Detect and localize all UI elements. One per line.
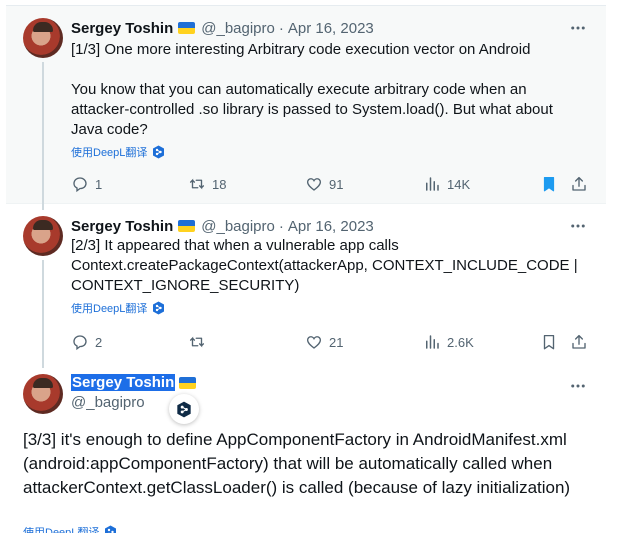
views-icon [426, 177, 439, 191]
avatar[interactable] [23, 216, 63, 256]
bookmark-button[interactable] [540, 332, 558, 352]
views-button[interactable]: 2.6K [423, 332, 474, 352]
like-button[interactable]: 21 [305, 332, 343, 352]
tweet-2[interactable]: Sergey Toshin @_bagipro · Apr 16, 2023 [… [6, 204, 606, 368]
reply-count: 1 [95, 176, 103, 192]
separator-dot: · [278, 217, 284, 235]
like-button[interactable]: 91 [305, 174, 343, 194]
retweet-icon [189, 336, 205, 348]
avatar[interactable] [23, 18, 63, 58]
views-count: 2.6K [447, 334, 474, 350]
retweet-icon [189, 178, 205, 190]
tweet-date[interactable]: Apr 16, 2023 [288, 20, 374, 37]
deepl-translate-label: 使用DeepL翻译 [23, 527, 100, 533]
like-count: 91 [329, 176, 344, 192]
tweet-actions: 1 18 91 14K [71, 174, 588, 194]
share-button[interactable] [570, 174, 588, 194]
deepl-icon [177, 401, 191, 417]
like-icon [306, 178, 322, 191]
like-icon [306, 336, 322, 349]
thread-connector [42, 260, 44, 368]
flag-ukraine-icon [179, 377, 197, 390]
reply-count: 2 [95, 334, 103, 350]
deepl-floating-button[interactable] [169, 394, 199, 424]
views-button[interactable]: 14K [423, 174, 470, 194]
reply-button[interactable]: 2 [71, 332, 102, 352]
flag-ukraine-icon [178, 22, 196, 34]
author-handle[interactable]: @_bagipro [71, 394, 145, 411]
thread-connector [42, 62, 44, 210]
flag-ukraine-icon [178, 220, 196, 232]
tweet-date[interactable]: Apr 16, 2023 [288, 218, 374, 235]
author-handle[interactable]: @_bagipro [201, 20, 275, 37]
reply-button[interactable]: 1 [71, 174, 102, 194]
reply-icon [73, 335, 87, 351]
reply-icon [73, 177, 87, 193]
deepl-translate-link[interactable]: 使用DeepL翻译 [23, 524, 117, 533]
deepl-icon [104, 525, 117, 533]
views-icon [426, 335, 439, 349]
more-icon[interactable] [568, 18, 588, 38]
tweet-header: Sergey Toshin [71, 374, 592, 391]
like-count: 21 [329, 334, 344, 350]
share-icon [572, 176, 586, 191]
bookmark-button[interactable] [540, 174, 558, 194]
bookmark-icon [543, 334, 555, 350]
tweet-header: Sergey Toshin @_bagipro · Apr 16, 2023 [71, 216, 592, 236]
share-icon [572, 334, 586, 349]
deepl-translate-label: 使用DeepL翻译 [71, 303, 148, 315]
tweet-text-paragraph-2: You know that you can automatically exec… [71, 81, 553, 138]
deepl-translate-label: 使用DeepL翻译 [71, 147, 148, 159]
tweet-text-paragraph-1: [1/3] One more interesting Arbitrary cod… [71, 41, 531, 58]
author-name[interactable]: Sergey Toshin [71, 374, 176, 391]
share-button[interactable] [570, 332, 588, 352]
author-name[interactable]: Sergey Toshin [71, 218, 173, 235]
author-name[interactable]: Sergey Toshin [71, 20, 173, 37]
tweet-1[interactable]: Sergey Toshin @_bagipro · Apr 16, 2023 [… [6, 6, 606, 210]
tweet-text: [2/3] It appeared that when a vulnerable… [71, 237, 578, 294]
deepl-translate-link[interactable]: 使用DeepL翻译 [71, 144, 165, 160]
tweet-text: [1/3] One more interesting Arbitrary cod… [71, 40, 584, 140]
retweet-button[interactable]: 18 [188, 174, 226, 194]
deepl-icon [152, 145, 165, 159]
deepl-translate-link[interactable]: 使用DeepL翻译 [71, 300, 165, 316]
more-icon[interactable] [568, 376, 588, 396]
separator-dot: · [278, 19, 284, 37]
views-count: 14K [447, 176, 471, 192]
avatar[interactable] [23, 374, 63, 414]
bookmark-icon [543, 177, 555, 192]
tweet-actions: 2 21 2.6K [71, 332, 588, 352]
more-icon[interactable] [568, 216, 588, 236]
tweet-text: [3/3] it's enough to define AppComponent… [23, 430, 571, 497]
tweet-header: Sergey Toshin @_bagipro · Apr 16, 2023 [71, 18, 592, 38]
tweet-3[interactable]: Sergey Toshin @_bagipro [3/3] it's enoug… [6, 364, 606, 533]
deepl-icon [152, 301, 165, 315]
retweet-button[interactable] [188, 332, 212, 352]
author-handle[interactable]: @_bagipro [201, 218, 275, 235]
retweet-count: 18 [212, 176, 227, 192]
